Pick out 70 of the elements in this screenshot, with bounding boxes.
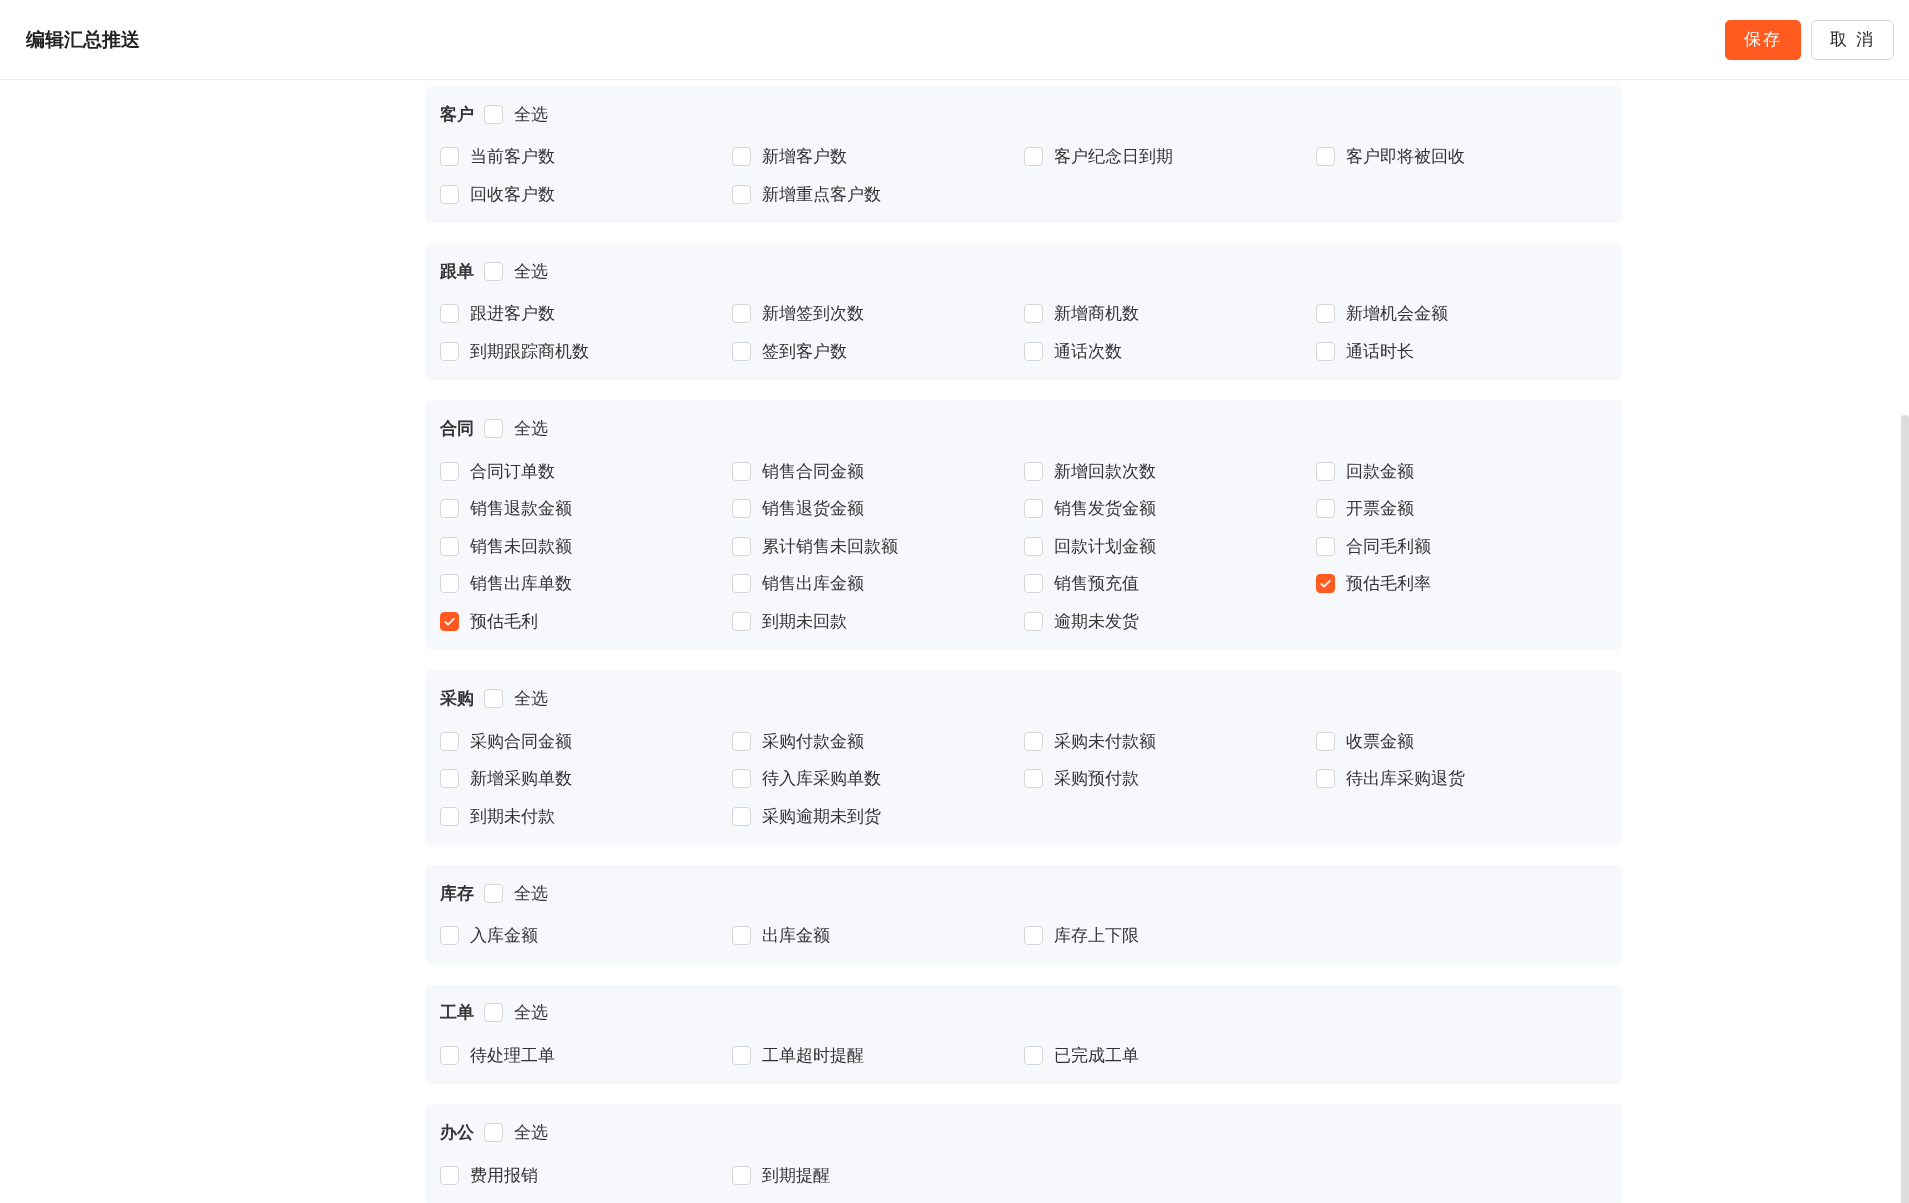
option-label: 新增回款次数 [1054,459,1156,483]
option-label: 已完成工单 [1054,1044,1139,1067]
option-label: 销售合同金额 [762,459,864,483]
option-label: 到期提醒 [762,1163,830,1187]
option-label: 新增重点客户数 [762,182,881,206]
option-label: 库存上下限 [1054,924,1139,948]
section-title: 合同 [440,416,474,440]
option-label: 待出库采购退货 [1346,767,1465,791]
option-label: 当前客户数 [470,145,555,169]
option-label: 回款计划金额 [1054,534,1156,558]
section-title: 跟单 [440,259,474,283]
option-label: 全选 [514,416,548,440]
option-label: 出库金额 [762,924,830,948]
option-label: 待处理工单 [470,1044,555,1067]
option-label: 预估毛利率 [1346,572,1431,596]
option-label: 销售发货金额 [1054,497,1156,521]
option-label: 待入库采购单数 [762,767,881,791]
option-label: 入库金额 [470,924,538,948]
option-label: 收票金额 [1346,729,1414,753]
option-label: 到期跟踪商机数 [470,340,589,364]
cancel-button[interactable]: 取 消 [1810,19,1894,60]
option-label: 新增采购单数 [470,767,572,791]
option-label: 累计销售未回款额 [762,534,898,558]
option-label: 费用报销 [470,1163,538,1187]
option-label: 销售出库单数 [470,572,572,596]
option-label: 开票金额 [1346,497,1414,521]
option-label: 新增客户数 [762,145,847,169]
option-label: 工单超时提醒 [762,1044,864,1067]
option-label: 到期未回款 [762,610,847,634]
option-label: 采购未付款额 [1054,729,1156,753]
option-label: 全选 [514,102,548,126]
option-label: 销售退款金额 [470,497,572,521]
option-label: 签到客户数 [762,340,847,364]
section-title: 办公 [440,1120,474,1144]
option-label: 跟进客户数 [470,302,555,326]
option-label: 新增机会金额 [1346,302,1448,326]
option-label: 通话次数 [1054,340,1122,364]
option-label: 回款金额 [1346,459,1414,483]
option-label: 新增签到次数 [762,302,864,326]
option-label: 回收客户数 [470,182,555,206]
option-label: 采购预付款 [1054,767,1139,791]
option-label: 预估毛利 [470,610,538,634]
option-label: 客户纪念日到期 [1054,145,1173,169]
option-label: 全选 [514,881,548,905]
option-label: 全选 [514,1120,548,1144]
section-title: 采购 [440,686,474,710]
option-label: 客户即将被回收 [1346,145,1465,169]
option-label: 通话时长 [1346,340,1414,364]
option-label: 全选 [514,686,548,710]
checkbox[interactable] [1316,574,1335,594]
option-label: 销售退货金额 [762,497,864,521]
option-label: 合同毛利额 [1346,534,1431,558]
section-title: 客户 [440,102,474,126]
scrollbar-thumb[interactable] [1901,415,1909,1203]
option-label: 全选 [514,259,548,283]
section-title: 库存 [440,881,474,905]
option-label: 采购合同金额 [470,729,572,753]
option-label: 采购付款金额 [762,729,864,753]
option-label: 到期未付款 [470,804,555,828]
page-title: 编辑汇总推送 [26,26,140,52]
option-label: 合同订单数 [470,459,555,483]
option-label: 销售预充值 [1054,572,1139,596]
option-label: 采购逾期未到货 [762,804,881,828]
checkbox[interactable] [440,612,459,632]
section-title: 工单 [440,1001,474,1025]
option-label: 销售出库金额 [762,572,864,596]
option-label: 销售未回款额 [470,534,572,558]
option-label: 新增商机数 [1054,302,1139,326]
option-label: 逾期未发货 [1054,610,1139,634]
option-label: 全选 [514,1001,548,1025]
